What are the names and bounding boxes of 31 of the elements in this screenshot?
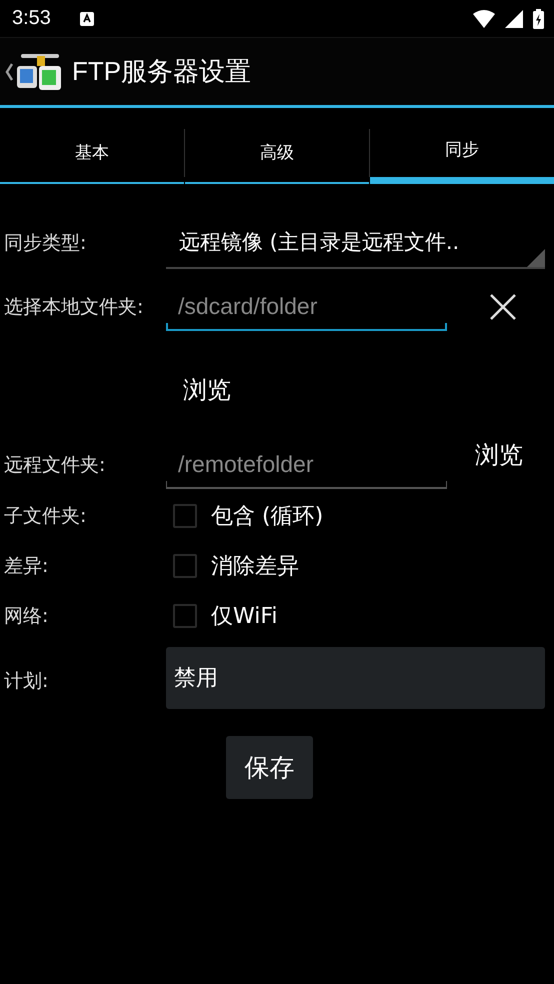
checkbox-label[interactable]: 仅WiFi bbox=[211, 601, 278, 631]
browse-button[interactable]: 浏览 bbox=[183, 374, 231, 406]
checkbox[interactable] bbox=[173, 604, 197, 628]
clock: 3:53 bbox=[12, 7, 51, 30]
field-label: 差异: bbox=[4, 554, 50, 579]
dropdown-corner-icon bbox=[527, 249, 545, 267]
wifi-icon bbox=[473, 10, 495, 28]
keyboard-notification-icon bbox=[78, 10, 95, 26]
field-label: 子文件夹: bbox=[4, 504, 88, 529]
checkbox-label[interactable]: 包含 (循环) bbox=[211, 501, 324, 531]
tab[interactable]: 高级 bbox=[185, 122, 369, 184]
tab[interactable]: 同步 bbox=[370, 122, 554, 184]
field-label: 选择本地文件夹: bbox=[4, 295, 144, 320]
battery-icon bbox=[533, 8, 544, 28]
network-computers-icon bbox=[15, 52, 63, 92]
browse-button[interactable]: 浏览 bbox=[475, 439, 523, 471]
close-icon[interactable] bbox=[489, 293, 517, 321]
schedule-dropdown[interactable]: 禁用 bbox=[166, 647, 545, 709]
checkbox[interactable] bbox=[173, 554, 197, 578]
signal-icon bbox=[505, 10, 523, 28]
checkbox-label[interactable]: 消除差异 bbox=[211, 551, 299, 581]
field-label: 同步类型: bbox=[4, 231, 88, 256]
field-label: 计划: bbox=[4, 669, 50, 694]
save-button[interactable]: 保存 bbox=[226, 736, 313, 799]
sync-type-dropdown[interactable]: 远程镜像 (主目录是远程文件.. bbox=[166, 217, 545, 269]
checkbox[interactable] bbox=[173, 504, 197, 528]
field-label: 网络: bbox=[4, 604, 50, 629]
back-icon[interactable] bbox=[5, 62, 13, 80]
screen-title: FTP服务器设置 bbox=[72, 55, 252, 88]
tab[interactable]: 基本 bbox=[0, 122, 184, 184]
field-label: 远程文件夹: bbox=[4, 453, 106, 478]
